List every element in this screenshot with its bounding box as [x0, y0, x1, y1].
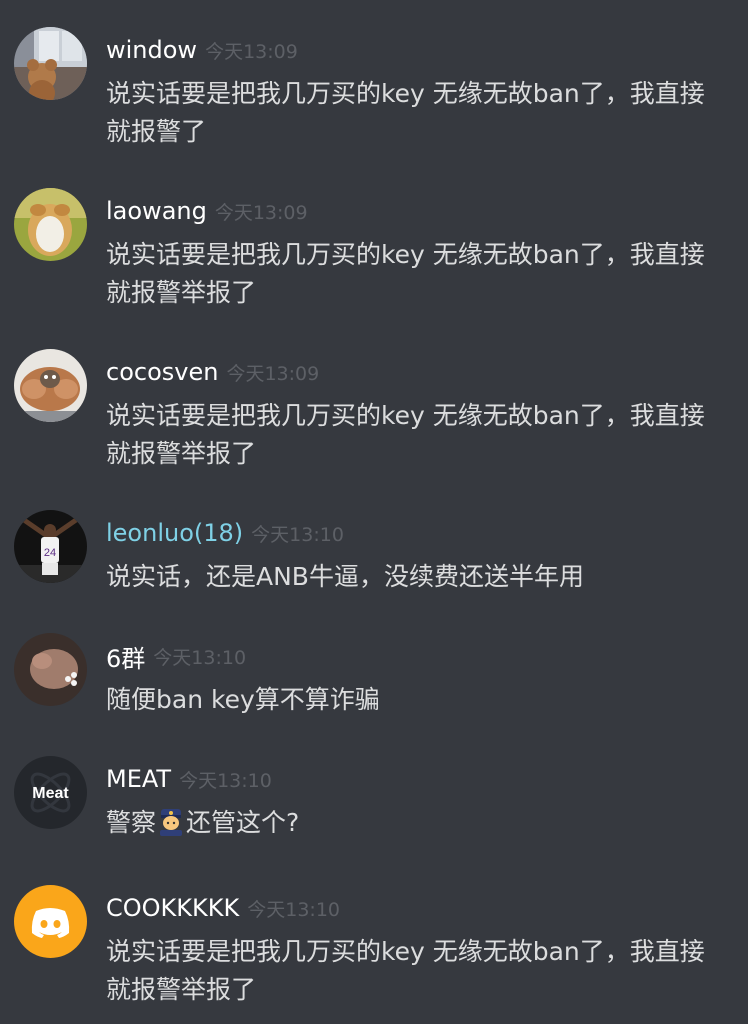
message-text: 说实话要是把我几万买的key 无缘无故ban了，我直接就报警举报了 [106, 401, 705, 468]
svg-text:24: 24 [44, 547, 56, 559]
basketball-player-24-photo: 24 [14, 510, 87, 583]
username[interactable]: window [106, 36, 197, 64]
discord-default-avatar-icon [14, 885, 87, 958]
message-text: 说实话，还是ANB牛逼，没续费还送半年用 [106, 562, 584, 591]
avatar[interactable] [14, 349, 87, 422]
message-text: 说实话要是把我几万买的key 无缘无故ban了，我直接就报警举报了 [106, 240, 705, 307]
hand-photo [14, 633, 87, 706]
username[interactable]: 6群 [106, 639, 145, 674]
message-text-after: 还管这个? [186, 808, 300, 837]
timestamp: 今天13:09 [205, 40, 298, 63]
timestamp: 今天13:09 [226, 362, 320, 385]
username[interactable]: laowang [106, 197, 207, 225]
username[interactable]: leonluo(18) [106, 519, 243, 547]
username[interactable]: cocosven [106, 358, 218, 386]
message-text-before: 警察 [106, 808, 157, 837]
dog-back-photo [14, 188, 87, 261]
avatar[interactable] [14, 27, 87, 100]
message-text: 随便ban key算不算诈骗 [106, 685, 380, 714]
police-officer-emoji [158, 808, 184, 847]
avatar[interactable] [14, 633, 87, 706]
svg-text:Meat: Meat [32, 785, 69, 802]
timestamp: 今天13:09 [214, 201, 308, 224]
bear-plush-window-photo [14, 27, 87, 100]
timestamp: 今天13:10 [251, 523, 344, 546]
message-text: 说实话要是把我几万买的key 无缘无故ban了，我直接就报警举报了 [106, 937, 705, 1004]
avatar[interactable]: Meat [14, 756, 87, 829]
message-text: 警察 还管这个? [106, 804, 726, 847]
timestamp: 今天13:10 [153, 646, 247, 669]
meat-logo: Meat [14, 756, 87, 829]
avatar[interactable] [14, 188, 87, 261]
timestamp: 今天13:10 [247, 898, 340, 921]
message-text: 说实话要是把我几万买的key 无缘无故ban了，我直接就报警了 [106, 79, 705, 146]
username[interactable]: COOKKKKK [106, 894, 239, 922]
avatar[interactable] [14, 885, 87, 958]
muscular-cat-photo [14, 349, 87, 422]
timestamp: 今天13:10 [179, 769, 272, 792]
username[interactable]: MEAT [106, 765, 171, 793]
avatar[interactable]: 24 [14, 510, 87, 583]
